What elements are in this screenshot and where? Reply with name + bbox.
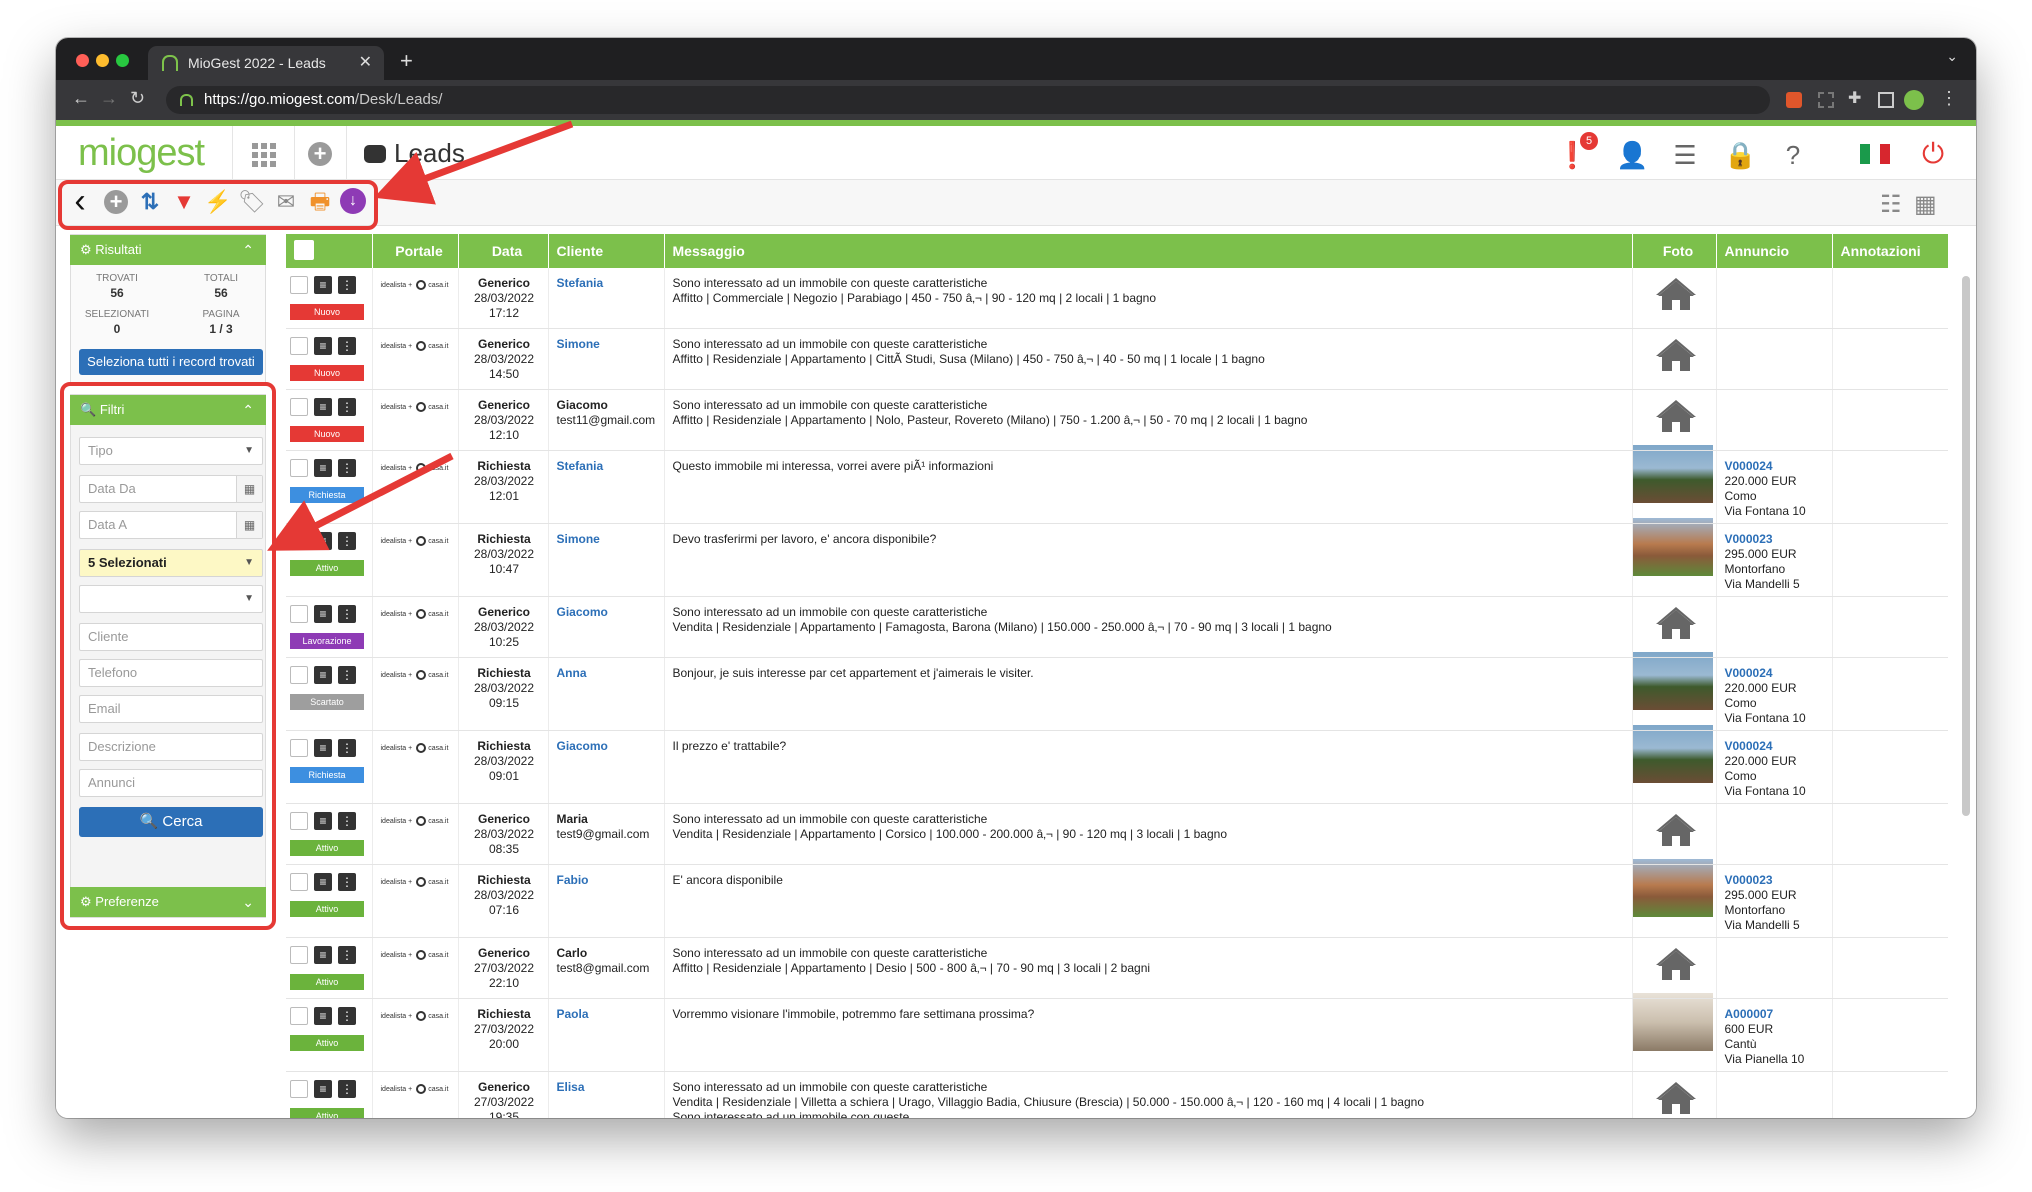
browser-window: MioGest 2022 - Leads ✕ + ⌄ ← → ↻ https:/… xyxy=(56,38,1976,1118)
arrow-to-filters xyxy=(267,452,454,551)
annotation-arrows xyxy=(267,120,574,551)
arrow-to-toolbar xyxy=(373,120,574,205)
